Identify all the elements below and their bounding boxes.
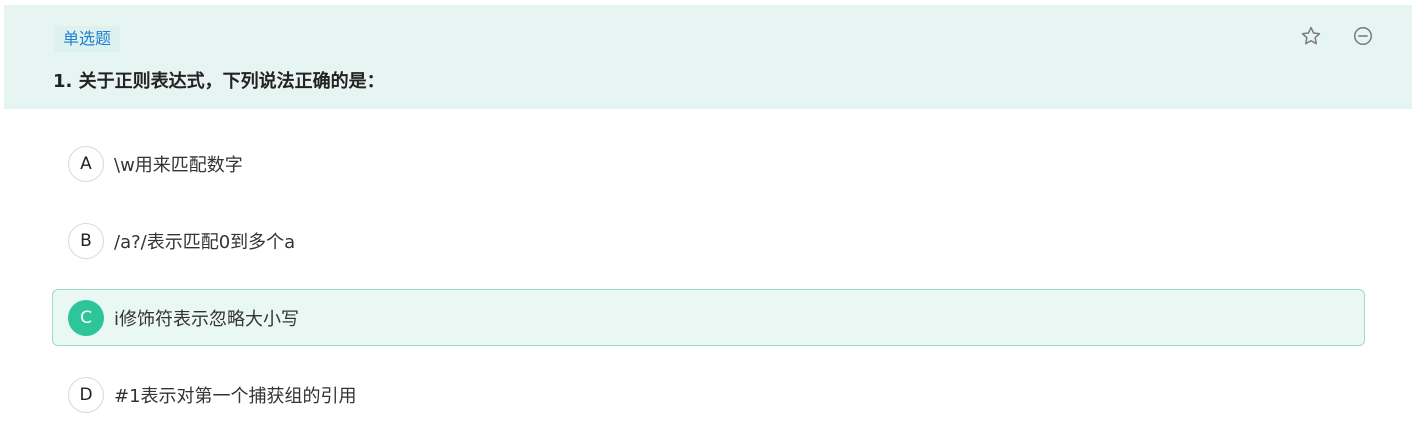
minus-circle-icon [1354,27,1372,45]
option-b[interactable]: B /a?/表示匹配0到多个a [52,212,1365,269]
header-actions [1298,23,1376,49]
favorite-button[interactable] [1298,23,1324,49]
remove-button[interactable] [1350,23,1376,49]
option-letter: A [68,145,104,182]
option-text: #1表示对第一个捕获组的引用 [114,385,357,407]
option-text: \w用来匹配数字 [114,154,243,176]
question-header: 单选题 1. 关于正则表达式，下列说法正确的是： [4,5,1412,109]
option-d[interactable]: D #1表示对第一个捕获组的引用 [52,366,1365,423]
option-text: /a?/表示匹配0到多个a [114,231,296,253]
question-card: 单选题 1. 关于正则表达式，下列说法正确的是： A \w用来匹配数字 B /a… [0,0,1412,440]
star-icon [1301,26,1321,45]
option-letter: C [68,299,104,336]
option-text: i修饰符表示忽略大小写 [114,308,299,330]
question-type-badge: 单选题 [54,26,121,52]
options-list: A \w用来匹配数字 B /a?/表示匹配0到多个a C i修饰符表示忽略大小写… [52,135,1365,440]
option-a[interactable]: A \w用来匹配数字 [52,135,1365,192]
question-title: 1. 关于正则表达式，下列说法正确的是： [53,71,385,92]
option-letter: B [68,222,104,259]
option-letter: D [68,376,104,413]
option-c[interactable]: C i修饰符表示忽略大小写 [52,289,1365,346]
